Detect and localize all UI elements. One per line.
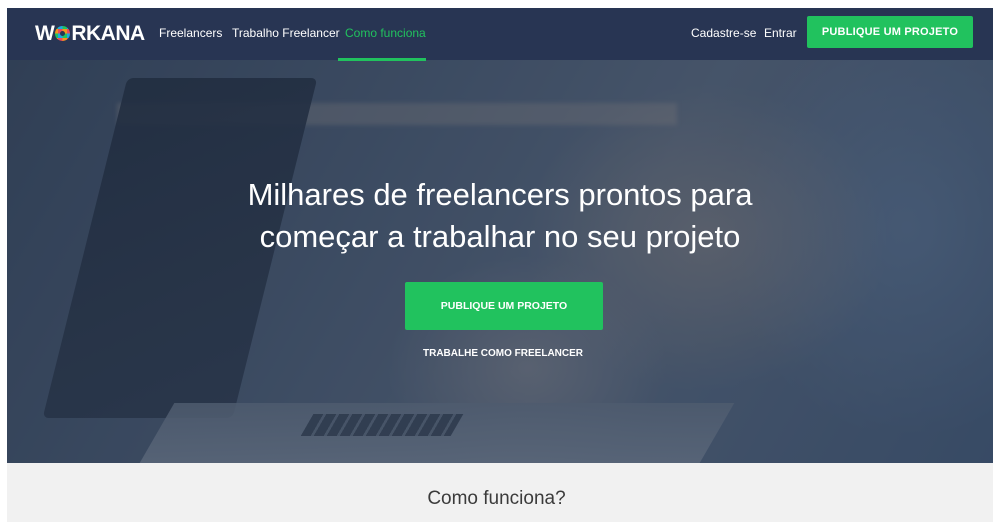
workana-logo[interactable]: W RKANA [35, 22, 145, 46]
page-frame: Milhares de freelancers prontos para com… [7, 8, 993, 522]
hero-headline: Milhares de freelancers prontos para com… [7, 174, 993, 258]
multicolor-ring-icon [55, 26, 71, 41]
nav-link-como-funciona[interactable]: Como funciona [345, 26, 426, 40]
publish-project-hero-button[interactable]: PUBLIQUE UM PROJETO [405, 282, 603, 330]
logo-text-prefix: W [35, 22, 55, 45]
section-title-how-it-works: Como funciona? [427, 488, 566, 509]
top-navbar: W RKANA Freelancers Trabalho Freelancer C… [7, 8, 993, 61]
work-as-freelancer-link[interactable]: TRABALHE COMO FREELANCER [7, 348, 993, 359]
publish-project-nav-button[interactable]: PUBLIQUE UM PROJETO [807, 16, 973, 48]
hero-section: Milhares de freelancers prontos para com… [7, 8, 993, 463]
login-link[interactable]: Entrar [764, 26, 797, 40]
logo-text-suffix: RKANA [71, 22, 145, 45]
nav-active-indicator [338, 58, 426, 61]
hero-headline-line2: começar a trabalhar no seu projeto [259, 219, 741, 254]
hero-headline-line1: Milhares de freelancers prontos para [247, 177, 753, 212]
nav-link-trabalho-freelancer[interactable]: Trabalho Freelancer [232, 26, 340, 40]
signup-link[interactable]: Cadastre-se [691, 26, 756, 40]
nav-link-freelancers[interactable]: Freelancers [159, 26, 222, 40]
